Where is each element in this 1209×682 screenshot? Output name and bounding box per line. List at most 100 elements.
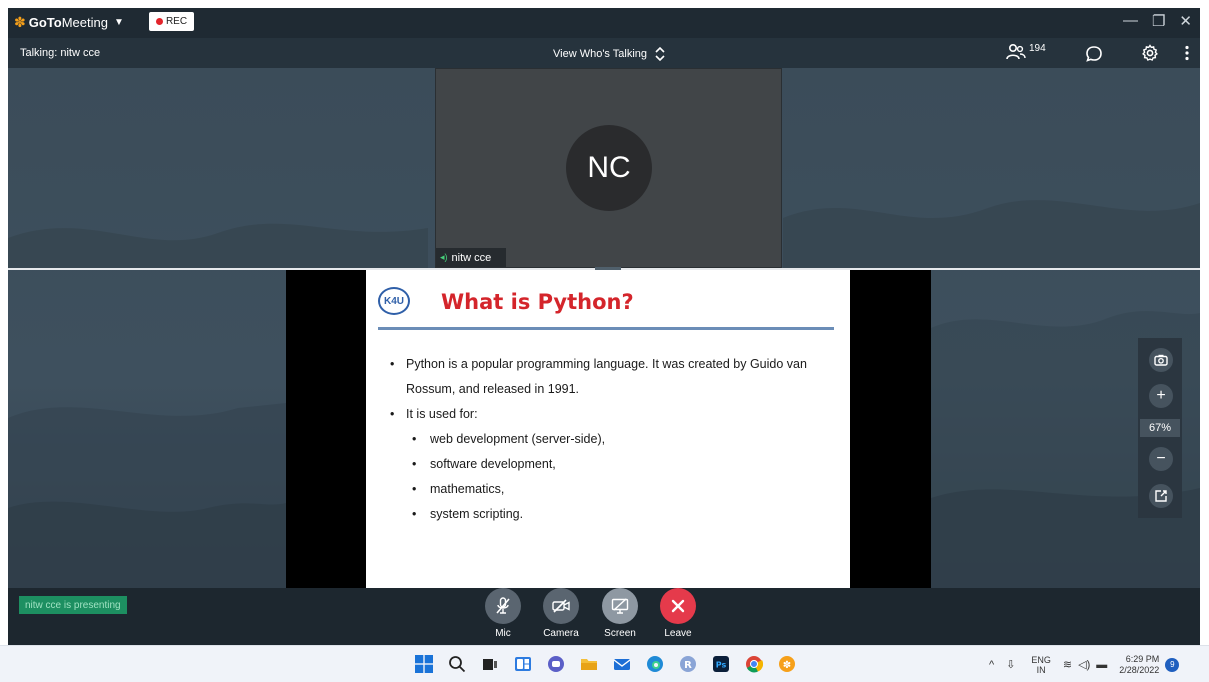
clock-date: 2/28/2022: [1119, 664, 1160, 675]
participant-name-label: ◂) nitw cce: [436, 248, 506, 267]
slide-rule: [378, 327, 834, 330]
chevron-updown-icon: [655, 47, 665, 61]
mic-label: Mic: [495, 628, 511, 639]
pop-out-button[interactable]: [1149, 484, 1173, 508]
clock-time: 6:29 PM: [1125, 653, 1160, 664]
region-code: IN: [1036, 664, 1046, 675]
photoshop-icon[interactable]: Ps: [711, 654, 731, 674]
gear-icon[interactable]: [1141, 44, 1159, 62]
zoom-in-button[interactable]: +: [1149, 384, 1173, 408]
camera-button[interactable]: Camera: [531, 588, 591, 639]
snapshot-button[interactable]: [1149, 348, 1173, 372]
participant-name: nitw cce: [451, 251, 492, 264]
talking-indicator: Talking: nitw cce: [20, 47, 101, 59]
window-controls: — ❐ ✕: [1123, 12, 1192, 30]
slide-bullet: Python is a popular programming language…: [390, 352, 840, 402]
windows-start-icon[interactable]: [414, 654, 434, 674]
camera-snapshot-icon: [1154, 354, 1168, 366]
screen-share-button[interactable]: Screen: [590, 588, 650, 639]
rec-label: REC: [165, 16, 188, 27]
notification-badge[interactable]: 9: [1165, 657, 1180, 672]
record-dot-icon: [155, 18, 163, 25]
close-x-icon: [671, 599, 685, 613]
zoom-level: 67%: [1140, 419, 1180, 437]
participant-video-tile[interactable]: NC ◂) nitw cce: [435, 68, 782, 268]
caret-down-icon: ▼: [113, 17, 124, 28]
presenting-badge: nitw cce is presenting: [19, 596, 127, 614]
screen-circle: [602, 588, 638, 624]
participants-button[interactable]: 194: [1005, 43, 1046, 61]
close-icon[interactable]: ✕: [1179, 12, 1192, 30]
wifi-icon[interactable]: ≋: [1063, 658, 1072, 671]
chat-icon[interactable]: [1085, 45, 1103, 63]
chevron-up-icon[interactable]: ^: [989, 659, 994, 671]
slide-title: What is Python?: [441, 290, 634, 314]
meeting-stage: NC ◂) nitw cce K4U What is Python? Pytho…: [8, 68, 1200, 588]
file-explorer-icon[interactable]: [579, 654, 599, 674]
slide-sub-bullet: mathematics,: [390, 477, 840, 502]
mic-button[interactable]: Mic: [473, 588, 533, 639]
slide-sub-bullet: system scripting.: [390, 502, 840, 527]
windows-taskbar: R Ps ✽ ^ ⇩ ENG IN ≋ ◁) ▬ 6:29 PM 2/28/20…: [0, 645, 1209, 682]
mail-icon[interactable]: [612, 654, 632, 674]
gotomeeting-window: ✽ GoTo Meeting ▼ REC — ❐ ✕ Talking: nitw…: [8, 8, 1200, 645]
leave-button[interactable]: Leave: [648, 588, 708, 639]
svg-text:✽: ✽: [783, 660, 791, 671]
plus-icon: +: [1156, 387, 1166, 404]
gotomeeting-logo-icon: ✽: [14, 14, 26, 30]
search-icon[interactable]: [447, 654, 467, 674]
usb-icon[interactable]: ⇩: [1006, 658, 1015, 671]
zoom-out-button[interactable]: −: [1149, 447, 1173, 471]
task-view-icon[interactable]: [480, 654, 500, 674]
zoom-panel: + 67% −: [1138, 338, 1182, 518]
participant-count: 194: [1029, 43, 1046, 54]
slide-sub-bullet: software development,: [390, 452, 840, 477]
view-mode-label: View Who's Talking: [553, 48, 648, 60]
gotomeeting-taskbar-icon[interactable]: ✽: [777, 654, 797, 674]
r-app-icon[interactable]: R: [678, 654, 698, 674]
restore-icon[interactable]: ❐: [1152, 12, 1165, 30]
minimize-icon[interactable]: —: [1123, 12, 1138, 30]
brand-rest: Meeting: [61, 15, 108, 30]
avatar: NC: [566, 125, 652, 211]
svg-text:Ps: Ps: [716, 661, 727, 670]
chat-app-icon[interactable]: [546, 654, 566, 674]
clock[interactable]: 6:29 PM 2/28/2022: [1119, 654, 1159, 676]
mic-circle: [485, 588, 521, 624]
screen-share-off-icon: [611, 598, 629, 614]
more-vertical-icon[interactable]: [1184, 45, 1190, 61]
camera-label: Camera: [543, 628, 579, 639]
leave-circle: [660, 588, 696, 624]
mic-muted-icon: [496, 597, 510, 614]
edge-icon[interactable]: [645, 654, 665, 674]
screen-share-area: K4U What is Python? Python is a popular …: [286, 270, 931, 588]
camera-off-icon: [552, 599, 570, 613]
slide-logo: K4U: [378, 287, 410, 315]
brand-bold: GoTo: [28, 15, 62, 30]
widgets-icon[interactable]: [513, 654, 533, 674]
language-indicator[interactable]: ENG IN: [1031, 655, 1051, 675]
slide-body: Python is a popular programming language…: [390, 352, 840, 527]
people-icon: [1006, 43, 1026, 60]
minus-icon: −: [1156, 450, 1166, 467]
recording-badge[interactable]: REC: [149, 12, 194, 31]
volume-icon[interactable]: ◁): [1078, 658, 1090, 671]
view-mode-dropdown[interactable]: View Who's Talking: [553, 47, 665, 61]
camera-circle: [543, 588, 579, 624]
svg-text:R: R: [684, 660, 692, 671]
screen-label: Screen: [604, 628, 636, 639]
system-tray: ^ ⇩ ENG IN ≋ ◁) ▬ 6:29 PM 2/28/2022 9: [989, 646, 1180, 682]
app-menu-button[interactable]: ✽ GoTo Meeting ▼: [14, 14, 124, 31]
speaking-icon: ◂): [440, 252, 448, 262]
taskbar-apps: R Ps ✽: [414, 654, 797, 674]
chrome-icon[interactable]: [744, 654, 764, 674]
control-bar: nitw cce is presenting Mic Camera Screen…: [8, 588, 1200, 645]
info-bar: Talking: nitw cce View Who's Talking 194: [8, 38, 1200, 68]
leave-label: Leave: [664, 628, 692, 639]
battery-icon[interactable]: ▬: [1096, 659, 1107, 671]
presentation-slide: K4U What is Python? Python is a popular …: [366, 270, 850, 588]
language-code: ENG: [1031, 654, 1051, 665]
slide-bullet: It is used for:: [390, 402, 840, 427]
slide-sub-bullet: web development (server-side),: [390, 427, 840, 452]
pop-out-icon: [1155, 490, 1167, 502]
